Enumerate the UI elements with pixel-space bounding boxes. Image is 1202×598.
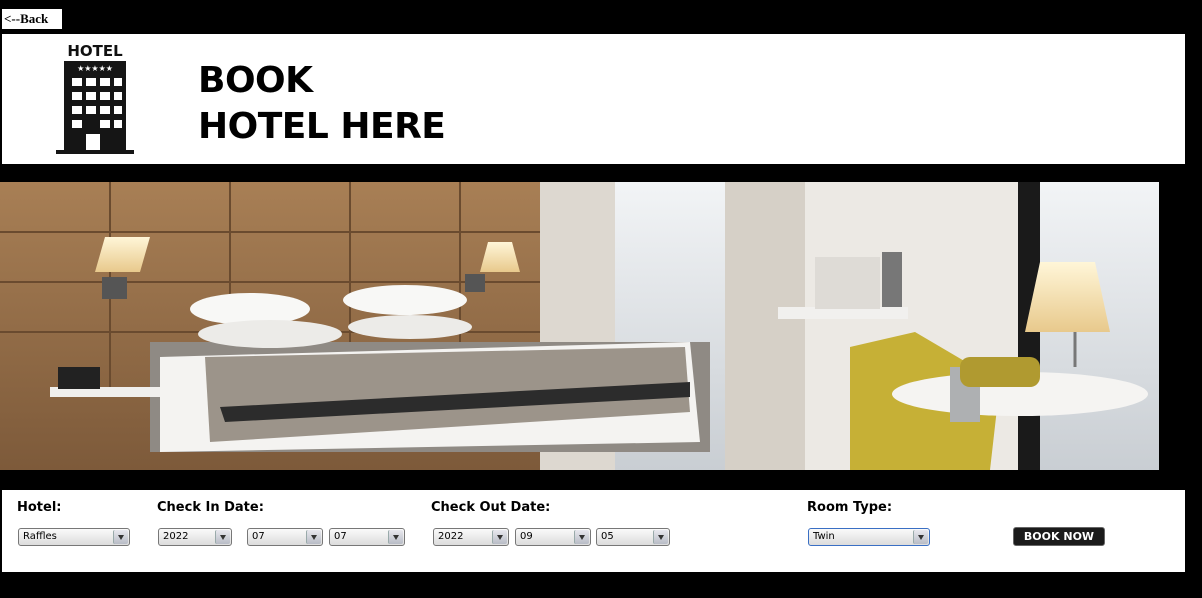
title-line-2: HOTEL HERE [198, 106, 446, 147]
check-out-year-select[interactable]: 2022 [433, 528, 509, 546]
chevron-down-icon [113, 530, 128, 544]
hotel-select-value: Raffles [23, 531, 57, 542]
chevron-down-icon [913, 530, 928, 544]
room-type-select[interactable]: Twin [808, 528, 930, 546]
header-banner: HOTEL ★★★★★ BOOK HOTEL HERE [2, 34, 1185, 164]
back-button[interactable]: <--Back [2, 9, 62, 29]
chevron-down-icon [306, 530, 321, 544]
check-out-label: Check Out Date: [431, 500, 551, 515]
check-out-year-value: 2022 [438, 531, 464, 542]
booking-form: Hotel: Raffles Check In Date: 2022 07 07… [2, 490, 1185, 572]
check-in-day-select[interactable]: 07 [329, 528, 405, 546]
logo-text: HOTEL [67, 42, 123, 60]
hotel-building-icon: HOTEL ★★★★★ [56, 42, 134, 154]
check-out-day-value: 05 [601, 531, 614, 542]
chevron-down-icon [653, 530, 668, 544]
hotel-select[interactable]: Raffles [18, 528, 130, 546]
check-in-month-select[interactable]: 07 [247, 528, 323, 546]
room-type-label: Room Type: [807, 500, 893, 515]
check-in-month-value: 07 [252, 531, 265, 542]
check-out-month-select[interactable]: 09 [515, 528, 591, 546]
check-out-month-value: 09 [520, 531, 533, 542]
check-in-year-value: 2022 [163, 531, 189, 542]
chevron-down-icon [215, 530, 230, 544]
chevron-down-icon [574, 530, 589, 544]
chevron-down-icon [492, 530, 507, 544]
check-in-day-value: 07 [334, 531, 347, 542]
check-in-year-select[interactable]: 2022 [158, 528, 232, 546]
check-in-label: Check In Date: [157, 500, 264, 515]
book-now-button[interactable]: BOOK NOW [1013, 527, 1105, 546]
check-out-day-select[interactable]: 05 [596, 528, 670, 546]
chevron-down-icon [388, 530, 403, 544]
title-line-1: BOOK [198, 60, 313, 101]
svg-text:★★★★★: ★★★★★ [77, 64, 113, 73]
hotel-room-photo [0, 182, 1159, 470]
room-type-value: Twin [813, 531, 835, 542]
page-title: BOOK HOTEL HERE [198, 58, 446, 150]
hotel-label: Hotel: [17, 500, 62, 515]
